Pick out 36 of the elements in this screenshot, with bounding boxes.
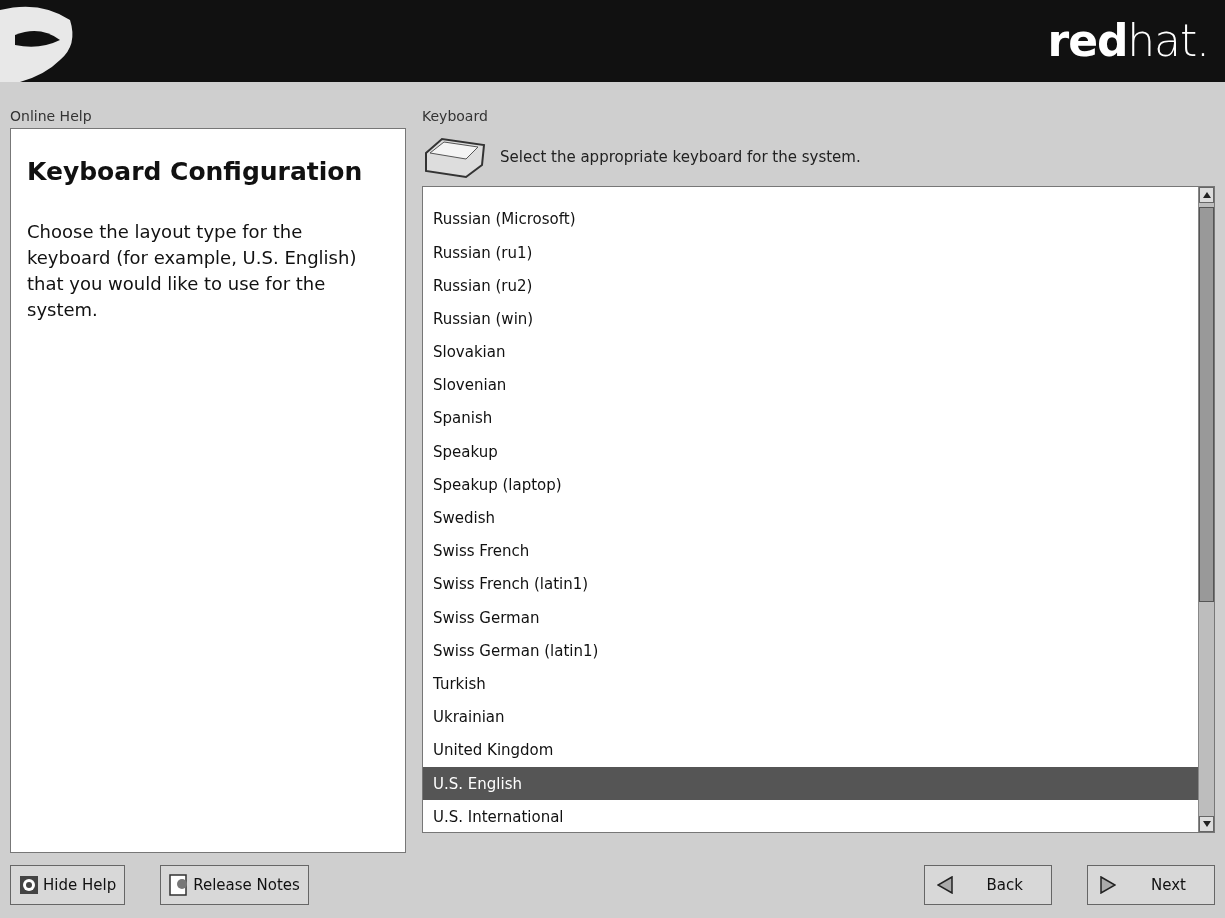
- scroll-thumb[interactable]: [1199, 207, 1214, 602]
- instruction-text: Select the appropriate keyboard for the system.: [500, 146, 861, 168]
- keyboard-list-item[interactable]: Speakup: [423, 435, 1198, 469]
- keyboard-list-item[interactable]: U.S. English: [423, 767, 1198, 801]
- panel-label: Keyboard: [422, 107, 489, 126]
- keyboard-list-item[interactable]: Spanish: [423, 402, 1198, 436]
- keyboard-list-item[interactable]: Swiss German: [423, 601, 1198, 635]
- scrollbar[interactable]: [1198, 187, 1214, 832]
- keyboard-list-item[interactable]: Russian (win): [423, 302, 1198, 336]
- keyboard-list-item[interactable]: U.S. International: [423, 800, 1198, 832]
- release-notes-button[interactable]: Release Notes: [160, 865, 309, 905]
- keyboard-list-item[interactable]: Speakup (laptop): [423, 468, 1198, 502]
- keyboard-list-item[interactable]: Slovakian: [423, 335, 1198, 369]
- keyboard-list-item[interactable]: Swiss French (latin1): [423, 568, 1198, 602]
- keyboard-list-item[interactable]: Turkish: [423, 667, 1198, 701]
- keyboard-key-icon: [422, 135, 488, 179]
- next-button[interactable]: Next: [1087, 865, 1215, 905]
- hide-help-button[interactable]: Hide Help: [10, 865, 126, 905]
- keyboard-list-item[interactable]: Russian (ru1): [423, 236, 1198, 270]
- redhat-logo: redhat.: [1047, 19, 1209, 63]
- keyboard-list-item[interactable]: Russian (Microsoft): [423, 203, 1198, 237]
- keyboard-list-item[interactable]: Russian (ru2): [423, 269, 1198, 303]
- keyboard-list-item[interactable]: Swiss German (latin1): [423, 634, 1198, 668]
- document-icon: [169, 874, 190, 896]
- back-button[interactable]: Back: [924, 865, 1052, 905]
- keyboard-list-item[interactable]: Slovenian: [423, 368, 1198, 403]
- keyboard-list-item[interactable]: Ukrainian: [423, 700, 1198, 734]
- help-text: Choose the layout type for the keyboard (for example, U.S. English) that you would like to use for the system.: [27, 219, 358, 322]
- keyboard-list-item[interactable]: United Kingdom: [423, 734, 1198, 768]
- left-arrow-icon: [937, 876, 953, 894]
- keyboard-list-item[interactable]: Swedish: [423, 501, 1198, 535]
- keyboard-list-item[interactable]: Swiss French: [423, 534, 1198, 569]
- panel-label: Online Help: [10, 107, 93, 126]
- right-arrow-icon: [1100, 876, 1116, 894]
- help-icon: [19, 875, 39, 895]
- help-title: Keyboard Configuration: [27, 156, 364, 188]
